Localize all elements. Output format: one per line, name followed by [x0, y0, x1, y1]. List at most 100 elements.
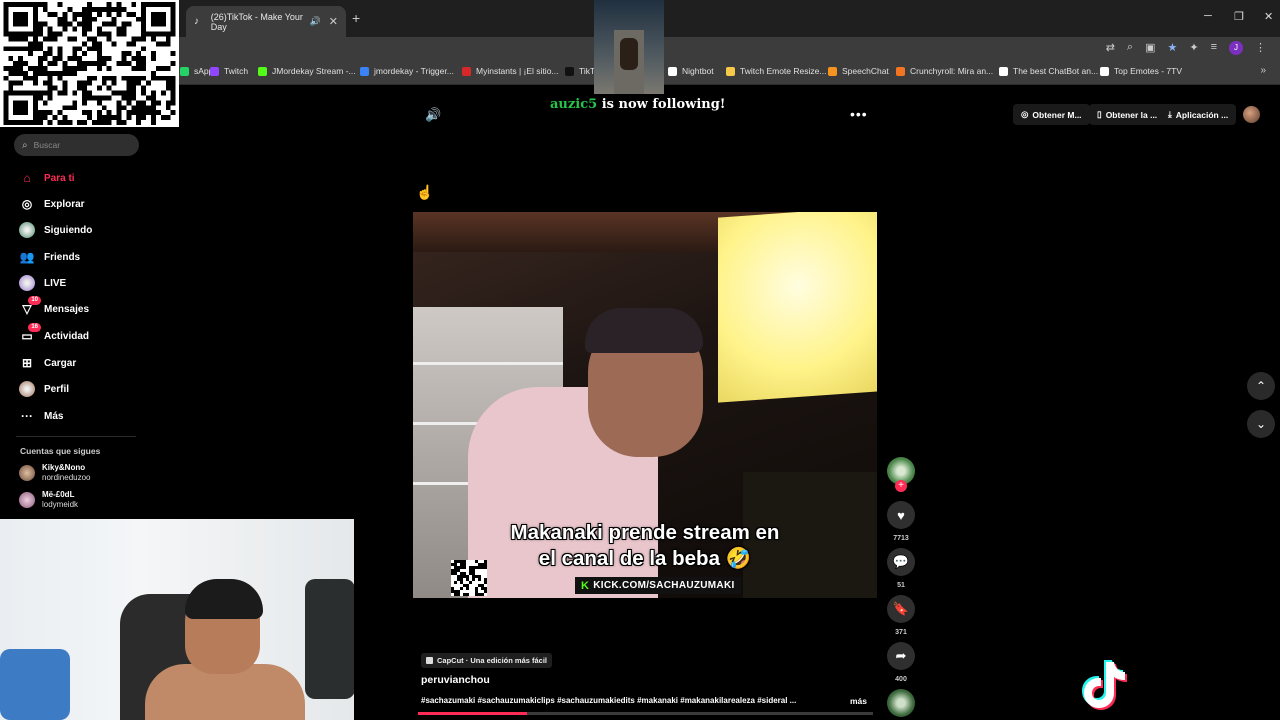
bookmark-item[interactable]: Nightbot — [668, 66, 714, 76]
save-button[interactable]: 🔖 — [887, 595, 915, 623]
video-qr-code — [451, 560, 487, 596]
volume-icon[interactable]: 🔊 — [425, 107, 441, 123]
menu-kebab-icon[interactable]: ⋮ — [1255, 41, 1266, 55]
chevron-up-icon: ⌃ — [1255, 379, 1267, 393]
sidebar-item-label: Friends — [44, 251, 81, 263]
bookmark-favicon-icon — [462, 66, 471, 76]
phone-icon: ▯ — [1097, 109, 1102, 119]
extensions-icon[interactable]: ✦ — [1189, 41, 1198, 55]
close-tab-icon[interactable]: ✕ — [329, 15, 338, 28]
toolbar-icons: ⇄ ⌕ ▣ ★ ✦ ≡ J ⋮ — [1106, 41, 1266, 55]
video-progress-bar[interactable] — [418, 712, 873, 715]
sidebar-item-perfil[interactable]: Perfil — [18, 380, 69, 398]
get-app-button[interactable]: ▯ Obtener la ... — [1089, 104, 1166, 125]
save-count: 371 — [895, 629, 907, 636]
sidebar-item-actividad[interactable]: ▭ 16 Actividad — [18, 323, 90, 345]
mouse-cursor-icon: ☝ — [416, 184, 434, 200]
more-description-link[interactable]: más — [850, 696, 867, 706]
chevron-down-icon: ⌄ — [1255, 417, 1267, 431]
browser-tab-tiktok[interactable]: ♪ (26)TikTok - Make Your Day 🔊 ✕ — [186, 6, 346, 37]
comment-button[interactable]: 💬 — [887, 548, 915, 576]
webcam-overlay — [0, 519, 354, 720]
alert-text: is now following! — [601, 97, 726, 112]
bookmark-favicon-icon — [726, 66, 735, 76]
bookmark-item[interactable]: Crunchyroll: Mira an... — [896, 66, 993, 76]
bookmark-item[interactable]: Top Emotes - 7TV — [1100, 66, 1182, 76]
bookmark-icon: 🔖 — [892, 601, 910, 616]
search-input[interactable] — [33, 140, 124, 150]
sidebar-item-cargar[interactable]: ⊞ Cargar — [18, 354, 76, 372]
desktop-app-button[interactable]: ⤓ Aplicación ... — [1160, 104, 1237, 125]
sidebar-item-live[interactable]: LIVE — [18, 274, 66, 292]
post-author[interactable]: peruvianchou — [421, 674, 490, 686]
account-handle: nordineduzoo — [42, 473, 91, 482]
sidebar-item-label: Más — [44, 410, 64, 422]
bookmark-item[interactable]: SpeechChat — [828, 66, 889, 76]
qr-code-overlay — [0, 0, 179, 127]
music-disc-avatar[interactable] — [887, 689, 915, 717]
new-tab-icon[interactable]: + — [352, 10, 360, 26]
followed-account-item[interactable]: Më-£0dL lodymeidk — [19, 490, 78, 510]
share-count: 400 — [895, 676, 907, 683]
bookmark-item[interactable]: JMordekay Stream -... — [258, 66, 356, 76]
tiktok-favicon-icon: ♪ — [194, 15, 199, 27]
video-player[interactable]: Makanaki prende stream en el canal de la… — [413, 212, 877, 598]
bookmarks-overflow-icon[interactable]: » — [1260, 65, 1266, 76]
translate-icon[interactable]: ⇄ — [1106, 41, 1115, 55]
install-app-icon[interactable]: ▣ — [1145, 41, 1155, 55]
post-hashtags[interactable]: #sachazumaki #sachauzumakiclips #sachauz… — [421, 696, 841, 705]
bookmark-item[interactable]: sApp — [180, 66, 213, 76]
sidebar-item-explorar[interactable]: ◎ Explorar — [18, 195, 85, 213]
heart-icon: ♥ — [897, 507, 905, 523]
user-avatar[interactable] — [1243, 106, 1260, 123]
bookmark-item[interactable]: Twitch Emote Resize... — [726, 66, 826, 76]
followed-account-item[interactable]: Kiky&Nono nordineduzoo — [19, 463, 90, 483]
sidebar-item-siguiendo[interactable]: Siguiendo — [18, 221, 92, 239]
minimize-icon[interactable]: ─ — [1204, 10, 1212, 22]
media-icon[interactable]: ≡ — [1211, 41, 1217, 55]
sidebar-item-friends[interactable]: 👥 Friends — [18, 248, 81, 266]
bookmark-favicon-icon — [896, 66, 905, 76]
follow-plus-icon[interactable]: + — [895, 480, 907, 492]
like-count: 7713 — [893, 535, 909, 542]
sidebar-item-mensajes[interactable]: ▽ 10 Mensajes — [18, 296, 89, 318]
comment-icon: 💬 — [892, 554, 910, 569]
notification-badge: 10 — [28, 296, 41, 305]
profile-avatar[interactable]: J — [1229, 41, 1243, 55]
bookmark-item[interactable]: Myinstants | ¡El sitio... — [462, 66, 559, 76]
download-icon: ⤓ — [1168, 109, 1172, 119]
zoom-icon[interactable]: ⌕ — [1127, 41, 1133, 55]
bookmark-item[interactable]: Twitch — [210, 66, 248, 76]
share-button[interactable]: ➦ — [887, 642, 915, 670]
previous-video-button[interactable]: ⌃ — [1247, 372, 1275, 400]
compass-icon: ◎ — [21, 197, 33, 211]
bookmark-item[interactable]: The best ChatBot an... — [999, 66, 1098, 76]
follow-alert: auzic5 is now following! — [550, 97, 726, 112]
sidebar-item-m-s[interactable]: ··· Más — [18, 407, 63, 425]
bookmark-favicon-icon — [180, 66, 189, 76]
like-button[interactable]: ♥ — [887, 501, 915, 529]
sidebar-item-label: Actividad — [44, 330, 90, 342]
more-icon: ··· — [21, 409, 33, 423]
sidebar-item-para-ti[interactable]: ⌂ Para ti — [18, 169, 74, 187]
search-box[interactable]: ⌕ — [14, 134, 139, 156]
capcut-badge[interactable]: CapCut · Una edición más fácil — [421, 653, 553, 668]
close-window-icon[interactable]: ✕ — [1264, 10, 1273, 23]
get-m-button[interactable]: ◎ Obtener M... — [1013, 104, 1090, 125]
bookmark-favicon-icon — [828, 66, 837, 76]
restore-icon[interactable]: ❐ — [1234, 10, 1244, 23]
next-video-button[interactable]: ⌄ — [1247, 410, 1275, 438]
more-options-icon[interactable]: ••• — [850, 106, 868, 122]
gameplay-overlay — [594, 0, 664, 94]
account-handle: lodymeidk — [42, 500, 79, 509]
bookmark-favicon-icon — [360, 66, 369, 76]
following-accounts-title: Cuentas que sigues — [20, 446, 101, 456]
bookmark-favicon-icon — [668, 66, 677, 76]
avatar-icon — [18, 380, 36, 398]
tiktok-logo-icon — [1082, 660, 1127, 710]
audio-playing-icon[interactable]: 🔊 — [310, 16, 321, 27]
bookmark-favicon-icon — [258, 66, 267, 76]
bookmark-item[interactable]: jmordekay - Trigger... — [360, 66, 454, 76]
sidebar-item-label: LIVE — [44, 277, 67, 289]
bookmark-star-icon[interactable]: ★ — [1167, 41, 1177, 55]
